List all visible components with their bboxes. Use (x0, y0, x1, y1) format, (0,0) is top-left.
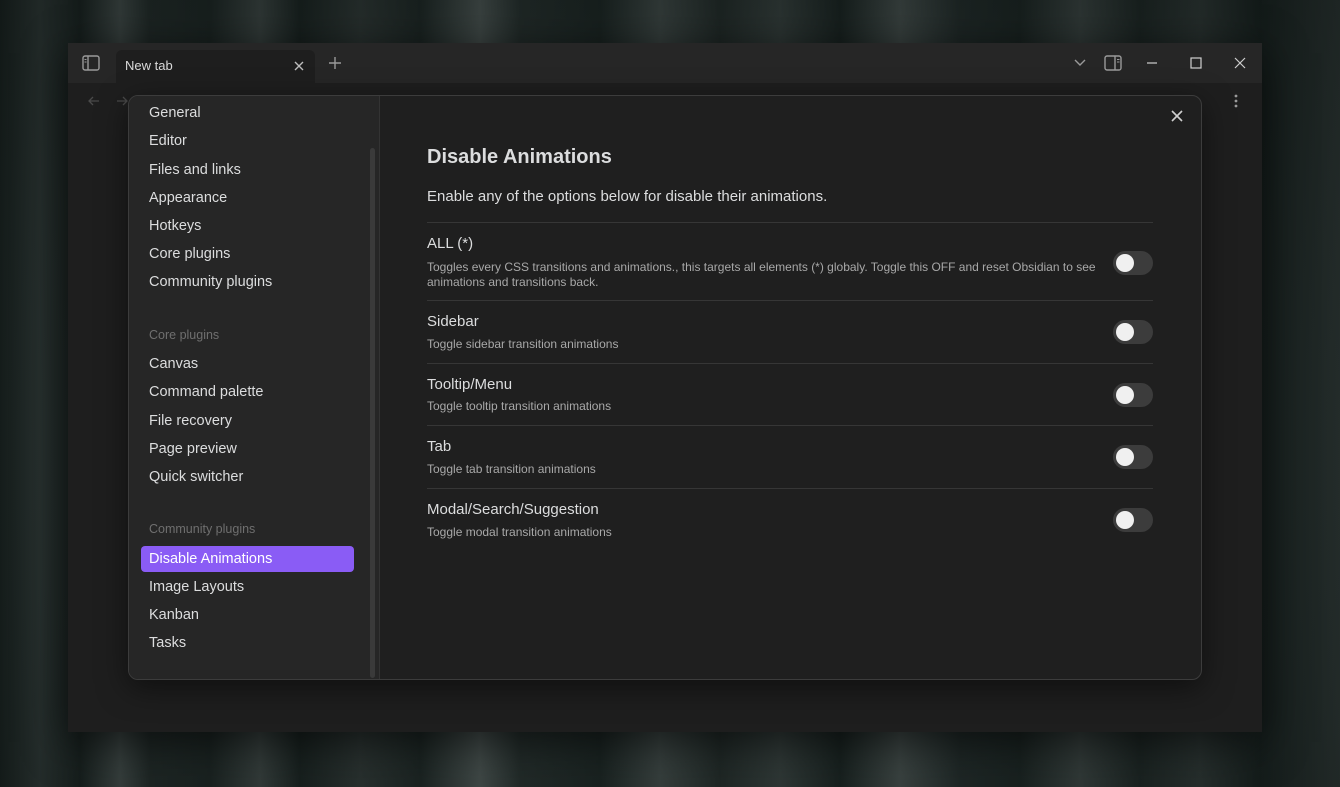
intro-text: Enable any of the options below for disa… (427, 188, 828, 205)
nav-item-canvas[interactable]: Canvas (141, 351, 354, 377)
toggle-sidebar[interactable] (1113, 320, 1153, 344)
setting-description: Toggle tab transition animations (427, 462, 596, 476)
minimize-icon[interactable] (1142, 53, 1162, 73)
right-sidebar-toggle-icon[interactable] (1103, 53, 1123, 73)
nav-item-editor[interactable]: Editor (141, 128, 354, 154)
tab-new-tab[interactable]: New tab (116, 50, 315, 83)
toggle-knob (1116, 386, 1134, 404)
page-title: Disable Animations (427, 146, 612, 168)
nav-item-label: Tasks (149, 635, 187, 651)
nav-item-label: Page preview (149, 441, 237, 457)
nav-item-label: Canvas (149, 356, 199, 372)
tab-list-chevron-down-icon[interactable] (1070, 53, 1090, 73)
toggle-all[interactable] (1113, 251, 1153, 275)
community-plugins-heading: Community plugins (149, 522, 256, 536)
nav-item-image-layouts[interactable]: Image Layouts (141, 574, 354, 600)
setting-name: Modal/Search/Suggestion (427, 501, 599, 518)
settings-content: Disable Animations Enable any of the opt… (427, 96, 1153, 679)
nav-item-tasks[interactable]: Tasks (141, 630, 354, 656)
setting-description: Toggle modal transition animations (427, 525, 612, 539)
nav-item-label: General (149, 105, 201, 121)
close-modal-icon[interactable] (1167, 106, 1187, 126)
toggle-modal-search-suggestion[interactable] (1113, 508, 1153, 532)
nav-item-core-plugins[interactable]: Core plugins (141, 241, 354, 267)
nav-item-label: Hotkeys (149, 218, 202, 234)
setting-name: Sidebar (427, 313, 479, 330)
nav-item-appearance[interactable]: Appearance (141, 185, 354, 211)
nav-item-label: Files and links (149, 162, 241, 178)
nav-item-kanban[interactable]: Kanban (141, 602, 354, 628)
setting-name: Tooltip/Menu (427, 376, 513, 393)
title-bar: New tab (68, 43, 1262, 83)
nav-item-label: Command palette (149, 384, 264, 400)
settings-modal: General Editor Files and links Appearanc… (128, 95, 1202, 680)
setting-name: Tab (427, 438, 452, 455)
nav-item-community-plugins[interactable]: Community plugins (141, 269, 354, 295)
setting-item-all: ALL (*) Toggles every CSS transitions an… (427, 222, 1153, 301)
maximize-icon[interactable] (1186, 53, 1206, 73)
nav-item-files-and-links[interactable]: Files and links (141, 157, 354, 183)
back-arrow-icon[interactable] (84, 91, 104, 111)
nav-item-label: Community plugins (149, 274, 273, 290)
sidebar-scrollbar[interactable] (370, 148, 375, 678)
nav-item-label: Editor (149, 133, 187, 149)
nav-item-label: Quick switcher (149, 469, 244, 485)
nav-item-general[interactable]: General (141, 100, 354, 126)
core-plugins-heading: Core plugins (149, 328, 220, 342)
setting-item-sidebar: Sidebar Toggle sidebar transition animat… (427, 300, 1153, 363)
setting-item-tooltip-menu: Tooltip/Menu Toggle tooltip transition a… (427, 363, 1153, 426)
setting-description: Toggle tooltip transition animations (427, 399, 612, 413)
toggle-tooltip-menu[interactable] (1113, 383, 1153, 407)
nav-item-file-recovery[interactable]: File recovery (141, 408, 354, 434)
nav-item-label: Kanban (149, 607, 199, 623)
nav-item-page-preview[interactable]: Page preview (141, 436, 354, 462)
nav-item-disable-animations[interactable]: Disable Animations (141, 546, 354, 572)
nav-item-label: Appearance (149, 190, 228, 206)
nav-item-hotkeys[interactable]: Hotkeys (141, 213, 354, 239)
close-window-icon[interactable] (1230, 53, 1250, 73)
setting-description: Toggles every CSS transitions and animat… (427, 260, 1096, 289)
setting-name: ALL (*) (427, 235, 474, 252)
toggle-knob (1116, 254, 1134, 272)
setting-item-tab: Tab Toggle tab transition animations (427, 425, 1153, 488)
new-tab-plus-icon[interactable] (325, 53, 345, 73)
close-tab-icon[interactable] (291, 58, 307, 74)
nav-item-label: Disable Animations (149, 551, 273, 567)
sidebar-toggle-icon[interactable] (81, 53, 101, 73)
nav-item-command-palette[interactable]: Command palette (141, 379, 354, 405)
toggle-knob (1116, 323, 1134, 341)
nav-item-label: File recovery (149, 413, 232, 429)
settings-sidebar: General Editor Files and links Appearanc… (129, 96, 380, 679)
setting-item-modal-search-suggestion: Modal/Search/Suggestion Toggle modal tra… (427, 488, 1153, 551)
nav-item-label: Core plugins (149, 246, 231, 262)
tab-title: New tab (125, 58, 173, 73)
toggle-knob (1116, 448, 1134, 466)
nav-item-label: Image Layouts (149, 579, 245, 595)
setting-description: Toggle sidebar transition animations (427, 337, 619, 351)
toggle-tab[interactable] (1113, 445, 1153, 469)
nav-item-quick-switcher[interactable]: Quick switcher (141, 464, 354, 490)
toggle-knob (1116, 511, 1134, 529)
more-options-icon[interactable] (1226, 91, 1246, 111)
